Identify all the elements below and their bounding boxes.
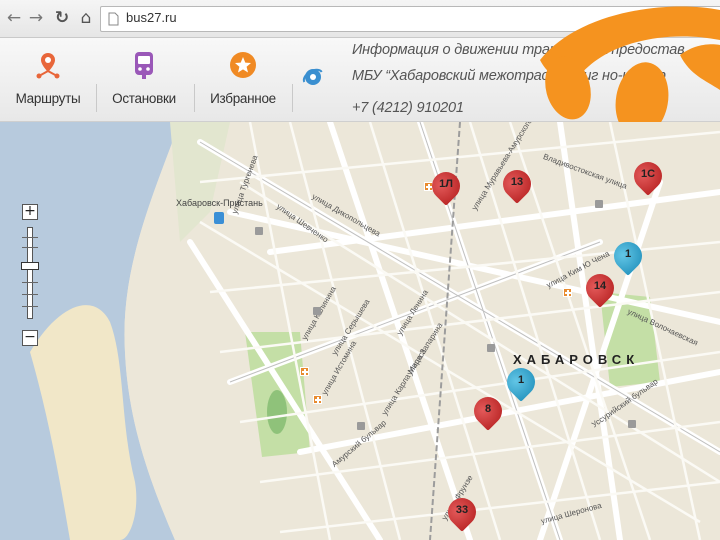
toolbar-divider: [194, 84, 195, 112]
building-icon: [313, 307, 321, 315]
stops-button[interactable]: Остановки: [100, 38, 188, 122]
hospital-icon[interactable]: [313, 395, 322, 404]
zoom-tick: [22, 247, 38, 248]
marker-label: 8: [484, 403, 492, 415]
page-icon: [108, 12, 119, 26]
building-icon: [487, 344, 495, 352]
info-line-phone: +7 (4212) 910201: [352, 100, 464, 116]
route-marker[interactable]: 13: [497, 164, 537, 204]
routes-button[interactable]: Маршруты: [6, 38, 90, 122]
zoom-tick: [22, 294, 38, 295]
marker-label: 1С: [640, 168, 656, 180]
hospital-icon[interactable]: [563, 288, 572, 297]
marker-label: 1Л: [439, 178, 453, 190]
star-icon: [230, 52, 256, 78]
route-marker[interactable]: 1: [608, 236, 648, 276]
building-icon: [595, 200, 603, 208]
back-arrow-icon[interactable]: ←: [4, 8, 24, 28]
marker-label: 14: [593, 280, 607, 292]
stops-label: Остановки: [112, 91, 176, 106]
bus-stop-icon: [135, 52, 153, 79]
toolbar-divider: [292, 84, 293, 112]
forward-arrow-icon[interactable]: →: [26, 8, 46, 28]
route-pin-icon: [36, 53, 60, 79]
zoom-out-button[interactable]: −: [22, 330, 38, 346]
route-marker[interactable]: 1С: [628, 156, 668, 196]
zoom-in-button[interactable]: +: [22, 204, 38, 220]
toolbar-divider: [96, 84, 97, 112]
zoom-slider-handle[interactable]: [21, 262, 39, 270]
city-map[interactable]: улица Серышева улица Карла Маркса улица …: [0, 122, 720, 540]
route-marker[interactable]: 1: [501, 362, 541, 402]
route-marker[interactable]: 8: [468, 391, 508, 431]
city-label: ХАБАРОВСК: [513, 352, 640, 367]
marker-label: 1: [517, 374, 525, 386]
zoom-tick: [22, 282, 38, 283]
route-marker[interactable]: 1Л: [426, 166, 466, 206]
building-icon: [628, 420, 636, 428]
reload-icon[interactable]: ↻: [52, 8, 72, 28]
marker-label: 1: [624, 248, 632, 260]
tram-stop-icon[interactable]: [214, 212, 224, 224]
favorites-label: Избранное: [210, 91, 276, 106]
marker-label: 33: [455, 504, 469, 516]
zoom-tick: [22, 306, 38, 307]
pier-label: Хабаровск-Пристань: [176, 198, 263, 208]
url-text: bus27.ru: [126, 10, 177, 25]
zoom-tick: [22, 237, 38, 238]
home-icon[interactable]: ⌂: [76, 8, 96, 28]
favorites-button[interactable]: Избранное: [200, 38, 286, 122]
route-marker[interactable]: 33: [442, 492, 482, 532]
routes-label: Маршруты: [15, 91, 81, 106]
hospital-icon[interactable]: [300, 367, 309, 376]
marker-label: 13: [510, 176, 524, 188]
building-icon: [255, 227, 263, 235]
route-marker[interactable]: 14: [580, 268, 620, 308]
locate-icon[interactable]: [300, 64, 326, 90]
building-icon: [357, 422, 365, 430]
